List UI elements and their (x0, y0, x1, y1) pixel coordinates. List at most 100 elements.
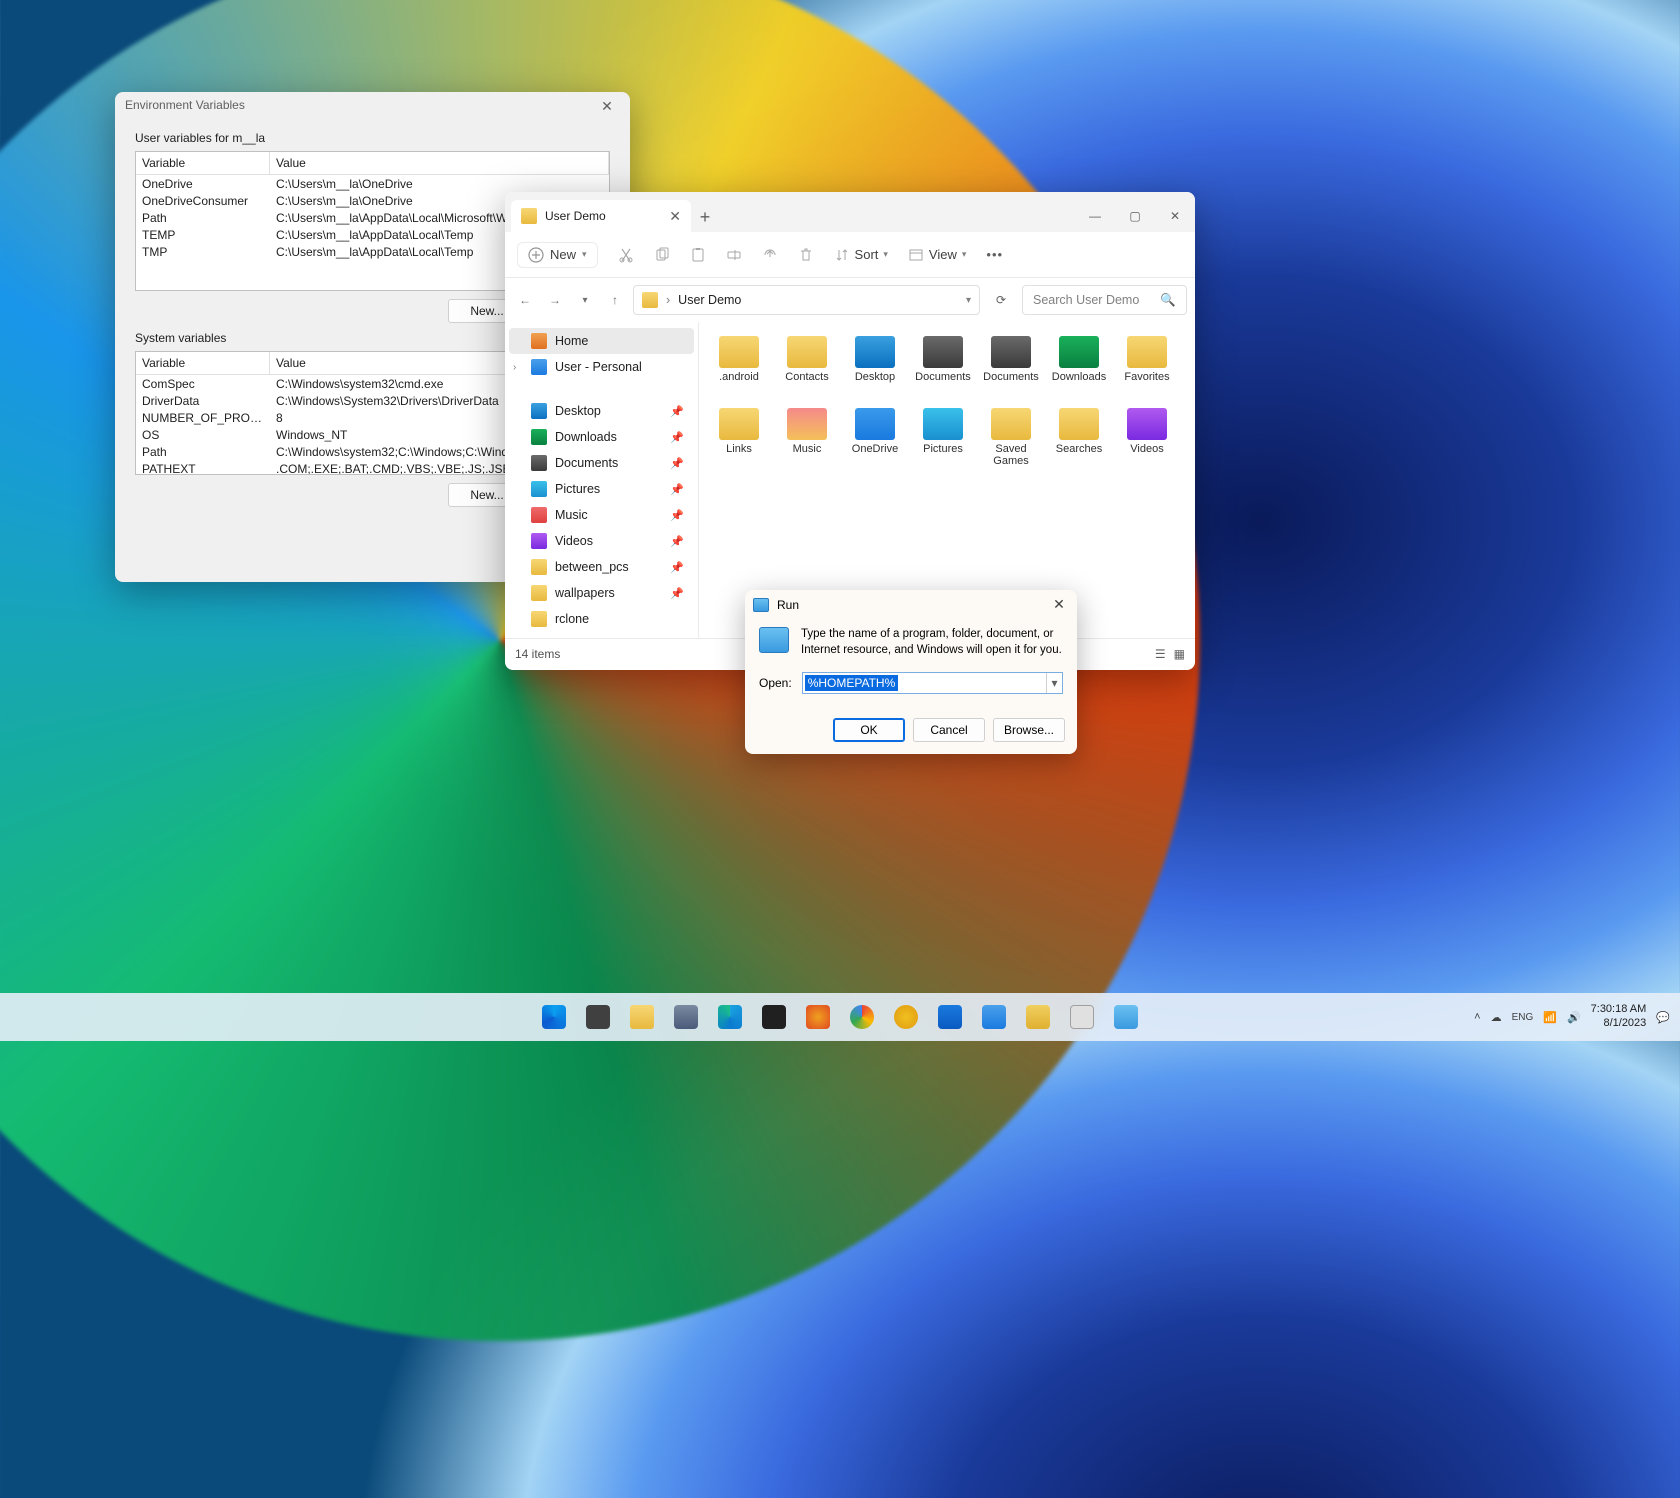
language-indicator[interactable]: ENG (1512, 1012, 1534, 1023)
env-titlebar[interactable]: Environment Variables ✕ (115, 92, 630, 121)
explorer-tab[interactable]: User Demo ✕ (511, 200, 691, 232)
table-row[interactable]: OneDriveC:\Users\m__la\OneDrive (136, 175, 609, 192)
sidebar-item-rclone[interactable]: rclone (509, 606, 694, 632)
close-icon[interactable]: ✕ (594, 98, 620, 115)
cancel-button[interactable]: Cancel (913, 718, 985, 742)
pin-icon: 📌 (670, 587, 684, 600)
clock[interactable]: 7:30:18 AM 8/1/2023 (1591, 1003, 1647, 1031)
sidebar-item-documents[interactable]: Documents📌 (509, 450, 694, 476)
file-item[interactable]: Saved Games (977, 408, 1045, 478)
taskbar-app-edge[interactable] (710, 997, 750, 1037)
sidebar-item-between[interactable]: between_pcs📌 (509, 554, 694, 580)
copy-icon[interactable] (654, 247, 670, 263)
file-item[interactable]: Documents (909, 336, 977, 406)
close-tab-icon[interactable]: ✕ (669, 208, 681, 225)
breadcrumb[interactable]: User Demo (678, 293, 741, 307)
forward-button[interactable]: → (543, 288, 567, 312)
chevron-down-icon[interactable]: ▾ (966, 295, 971, 306)
search-icon: 🔍 (1160, 293, 1176, 308)
sidebar-item-downloads[interactable]: Downloads📌 (509, 424, 694, 450)
taskbar-app-outlook[interactable] (930, 997, 970, 1037)
tab-title: User Demo (545, 209, 606, 223)
cut-icon[interactable] (618, 247, 634, 263)
browse-button[interactable]: Browse... (993, 718, 1065, 742)
taskbar-app-notes[interactable] (1018, 997, 1058, 1037)
open-value: %HOMEPATH% (805, 675, 899, 691)
taskbar-app-run[interactable] (1106, 997, 1146, 1037)
maximize-button[interactable]: ▢ (1115, 200, 1155, 232)
taskbar-app-firefox[interactable] (798, 997, 838, 1037)
sidebar-item-videos[interactable]: Videos📌 (509, 528, 694, 554)
chevron-right-icon[interactable]: › (513, 362, 516, 373)
back-button[interactable]: ← (513, 288, 537, 312)
recent-button[interactable]: ▾ (573, 288, 597, 312)
taskview-button[interactable] (578, 997, 618, 1037)
taskbar-app-explorer[interactable] (622, 997, 662, 1037)
taskbar: ˄ ☁ ENG 📶 🔊 7:30:18 AM 8/1/2023 💬 (0, 993, 1680, 1041)
taskbar-app-canary[interactable] (886, 997, 926, 1037)
folder-icon (787, 336, 827, 368)
onedrive-tray-icon[interactable]: ☁ (1491, 1011, 1502, 1024)
file-item[interactable]: Searches (1045, 408, 1113, 478)
folder-icon (923, 336, 963, 368)
col-variable[interactable]: Variable (136, 352, 270, 374)
sidebar-item-personal[interactable]: › User - Personal (509, 354, 694, 380)
share-icon[interactable] (762, 247, 778, 263)
taskbar-app-settings[interactable] (666, 997, 706, 1037)
file-item[interactable]: Favorites (1113, 336, 1181, 406)
rename-icon[interactable] (726, 247, 742, 263)
file-item[interactable]: OneDrive (841, 408, 909, 478)
sidebar-item-desktop[interactable]: Desktop📌 (509, 398, 694, 424)
icons-view-icon[interactable]: ▦ (1174, 647, 1185, 661)
minimize-button[interactable]: — (1075, 200, 1115, 232)
file-item[interactable]: .android (705, 336, 773, 406)
desktop-icon (531, 403, 547, 419)
paste-icon[interactable] (690, 247, 706, 263)
taskbar-app-chrome[interactable] (842, 997, 882, 1037)
file-item[interactable]: Downloads (1045, 336, 1113, 406)
item-count: 14 items (515, 647, 560, 661)
file-item[interactable]: Documents (977, 336, 1045, 406)
file-item[interactable]: Music (773, 408, 841, 478)
file-item[interactable]: Pictures (909, 408, 977, 478)
sidebar-item-home[interactable]: Home (509, 328, 694, 354)
close-button[interactable]: ✕ (1155, 200, 1195, 232)
open-input[interactable]: %HOMEPATH% ▾ (802, 672, 1063, 694)
new-button[interactable]: New ▾ (517, 242, 598, 268)
col-value[interactable]: Value (270, 152, 609, 174)
volume-icon[interactable]: 🔊 (1567, 1011, 1581, 1024)
close-icon[interactable]: ✕ (1049, 596, 1069, 613)
file-item[interactable]: Desktop (841, 336, 909, 406)
sidebar-item-music[interactable]: Music📌 (509, 502, 694, 528)
col-variable[interactable]: Variable (136, 152, 270, 174)
run-titlebar[interactable]: Run ✕ (745, 590, 1077, 619)
start-button[interactable] (534, 997, 574, 1037)
search-input[interactable]: Search User Demo 🔍 (1022, 285, 1187, 315)
folder-icon (991, 408, 1031, 440)
tray-chevron-icon[interactable]: ˄ (1474, 1011, 1480, 1023)
sidebar-item-wallpapers[interactable]: wallpapers📌 (509, 580, 694, 606)
file-item[interactable]: Videos (1113, 408, 1181, 478)
view-button[interactable]: View▾ (908, 247, 966, 263)
refresh-button[interactable]: ⟳ (986, 285, 1016, 315)
file-item[interactable]: Links (705, 408, 773, 478)
taskbar-app-todo[interactable] (974, 997, 1014, 1037)
taskbar-app-wt[interactable] (754, 997, 794, 1037)
sidebar-item-pictures[interactable]: Pictures📌 (509, 476, 694, 502)
address-bar[interactable]: › User Demo ▾ (633, 285, 980, 315)
chevron-down-icon[interactable]: ▾ (1046, 673, 1062, 693)
sort-button[interactable]: Sort▾ (834, 247, 888, 263)
more-button[interactable]: ••• (986, 247, 1003, 262)
notifications-icon[interactable]: 💬 (1656, 1011, 1670, 1024)
wifi-icon[interactable]: 📶 (1543, 1011, 1557, 1024)
details-view-icon[interactable]: ☰ (1155, 647, 1166, 661)
ok-button[interactable]: OK (833, 718, 905, 742)
taskbar-app-prop[interactable] (1062, 997, 1102, 1037)
file-item[interactable]: Contacts (773, 336, 841, 406)
folder-icon (1059, 336, 1099, 368)
delete-icon[interactable] (798, 247, 814, 263)
explorer-sidebar: Home › User - Personal Desktop📌 Download… (505, 322, 699, 638)
up-button[interactable]: ↑ (603, 288, 627, 312)
new-tab-button[interactable]: + (691, 207, 719, 232)
system-tray[interactable]: ˄ ☁ ENG 📶 🔊 (1474, 1011, 1581, 1024)
